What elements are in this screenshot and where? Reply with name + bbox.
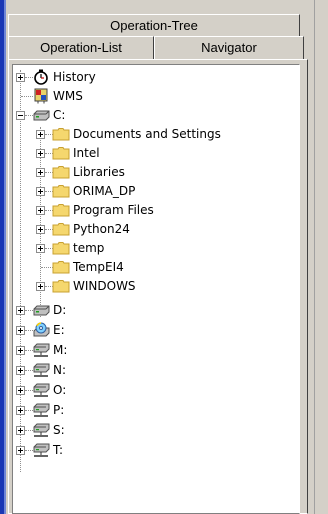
cd-drive-icon [32,322,50,338]
expand-icon[interactable] [16,346,25,355]
expand-icon[interactable] [36,206,45,215]
network-drive-icon [32,342,50,358]
tree-item-label: C: [53,108,66,122]
folder-icon [52,145,70,161]
network-drive-icon [32,362,50,378]
tree-item-label: D: [53,303,67,317]
expand-icon[interactable] [36,149,45,158]
network-drive-icon [32,442,50,458]
tree-item-label: E: [53,323,65,337]
tree-item-label: Documents and Settings [73,127,221,141]
expand-icon[interactable] [36,282,45,291]
file-tree[interactable]: History WMS C: Documents and Settings In… [12,64,300,514]
expand-icon[interactable] [16,406,25,415]
network-drive-icon [32,422,50,438]
tree-item-label: Intel [73,146,100,160]
expand-icon[interactable] [36,130,45,139]
tree-item-label: O: [53,383,67,397]
folder-icon [52,164,70,180]
expand-icon[interactable] [16,306,25,315]
tab-row-bottom: Operation-List Navigator [8,36,304,60]
stopwatch-icon [32,69,50,85]
folder-icon [52,202,70,218]
expand-icon[interactable] [16,73,25,82]
network-drive-icon [32,402,50,418]
expand-icon[interactable] [16,366,25,375]
expand-icon[interactable] [36,225,45,234]
wms-map-icon [32,88,50,104]
expand-icon[interactable] [16,326,25,335]
tree-item-label: temp [73,241,105,255]
tab-operation-list[interactable]: Operation-List [8,36,154,60]
tree-item-label: S: [53,423,65,437]
collapse-icon[interactable] [16,111,25,120]
tab-navigator[interactable]: Navigator [154,36,304,60]
expand-icon[interactable] [16,446,25,455]
window-edge-highlight [4,0,6,514]
tree-item-label: P: [53,403,65,417]
expand-icon[interactable] [16,426,25,435]
tree-item-label: T: [53,443,64,457]
tab-operation-tree[interactable]: Operation-Tree [8,14,300,36]
tree-item-label: WINDOWS [73,279,136,293]
hard-drive-icon [32,107,50,123]
expand-icon[interactable] [36,244,45,253]
tree-item-label: M: [53,343,68,357]
expand-icon[interactable] [36,187,45,196]
expand-icon[interactable] [36,168,45,177]
folder-icon [52,126,70,142]
tree-item-label: Program Files [73,203,154,217]
tree-item-label: WMS [53,89,83,103]
tree-item-label: TempEI4 [73,260,124,274]
folder-icon [52,183,70,199]
expand-icon[interactable] [16,386,25,395]
network-drive-icon [32,382,50,398]
tab-row-top: Operation-Tree [8,14,300,36]
folder-icon [52,240,70,256]
tree-item-label: Python24 [73,222,130,236]
hard-drive-icon [32,302,50,318]
tree-item-label: History [53,70,96,84]
tree-item-label: N: [53,363,67,377]
folder-icon [52,278,70,294]
tree-item-label: Libraries [73,165,125,179]
folder-icon [52,221,70,237]
tree-item-label: ORIMA_DP [73,184,136,198]
folder-icon [52,259,70,275]
splitter[interactable] [314,0,328,514]
